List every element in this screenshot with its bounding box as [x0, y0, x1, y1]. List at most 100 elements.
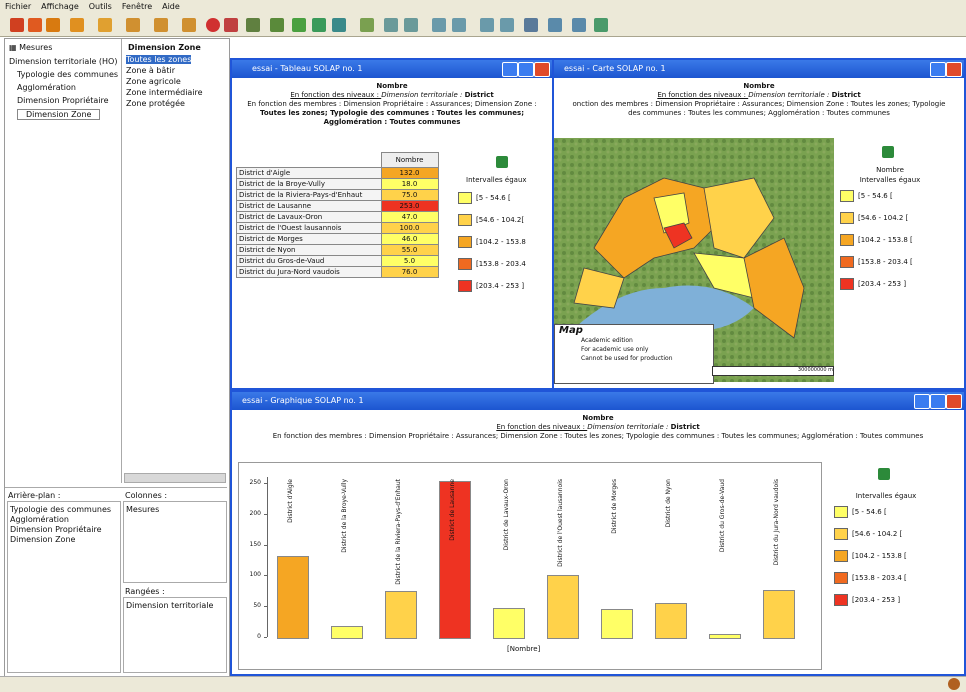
table-row[interactable]: District de la Broye-Vully 18.0: [236, 178, 439, 190]
stop-icon[interactable]: [206, 18, 220, 32]
close-icon[interactable]: [534, 62, 550, 77]
bar[interactable]: [655, 603, 687, 639]
legend-swatch: [834, 594, 848, 606]
table-row[interactable]: District de Nyon 55.0: [236, 244, 439, 256]
table-corner: [237, 153, 382, 168]
tree-item-label: Dimension territoriale (HO): [9, 57, 118, 66]
menu-item[interactable]: Affichage: [36, 0, 84, 13]
zone-item[interactable]: Zone à bâtir: [126, 66, 175, 75]
tree-item-measures[interactable]: ▦ Mesures: [9, 43, 52, 52]
bar[interactable]: [385, 590, 417, 639]
table-window-titlebar[interactable]: essai - Tableau SOLAP no. 1: [232, 60, 552, 78]
bar[interactable]: [547, 575, 579, 639]
export-icon[interactable]: [312, 18, 326, 32]
bar[interactable]: [763, 590, 795, 639]
columns-box[interactable]: Mesures: [123, 501, 227, 583]
axis-item[interactable]: Dimension Zone: [10, 535, 75, 544]
menu-item[interactable]: Fenêtre: [117, 0, 157, 13]
legend-icon[interactable]: [524, 18, 538, 32]
tree-item-dimension[interactable]: Dimension Zone: [17, 109, 101, 120]
table-row[interactable]: District du Gros-de-Vaud 5.0: [236, 255, 439, 267]
tree-item-dimension[interactable]: Dimension Propriétaire: [17, 96, 109, 105]
zone-item[interactable]: Zone protégée: [126, 99, 185, 108]
arrow-icon[interactable]: [292, 18, 306, 32]
drill-down-icon[interactable]: [98, 18, 112, 32]
brush-icon[interactable]: [224, 18, 238, 32]
table-row-label: District du Jura-Nord vaudois: [236, 266, 382, 278]
axis-item[interactable]: Dimension territoriale: [126, 601, 213, 610]
rows-box[interactable]: Dimension territoriale: [123, 597, 227, 673]
map-icon[interactable]: [594, 18, 608, 32]
table-row[interactable]: District de l'Ouest lausannois 100.0: [236, 222, 439, 234]
chart-legend-toggle-icon[interactable]: [878, 468, 890, 480]
pan-icon[interactable]: [432, 18, 446, 32]
bar-chart-icon[interactable]: [46, 18, 60, 32]
tree-item-dimension[interactable]: Typologie des communes: [17, 70, 118, 79]
zone-scrollbar[interactable]: [124, 473, 226, 483]
table-row[interactable]: District du Jura-Nord vaudois 76.0: [236, 266, 439, 278]
data-table-wrap: Nombre District d'Aigle 132.0 District de l…: [236, 152, 439, 278]
bar[interactable]: [493, 608, 525, 639]
table-row[interactable]: District de Morges 46.0: [236, 233, 439, 245]
tree-item-dimension[interactable]: Dimension territoriale (HO): [9, 57, 117, 66]
zoom-in-icon[interactable]: [384, 18, 398, 32]
bar[interactable]: [331, 625, 363, 639]
zone-item[interactable]: Zone agricole: [126, 77, 181, 86]
identify-icon[interactable]: [500, 18, 514, 32]
zone-item-label: Toutes les zones: [126, 55, 192, 64]
axis-item[interactable]: Typologie des communes: [10, 505, 111, 514]
legend-toggle-icon[interactable]: [496, 156, 508, 168]
bar[interactable]: [709, 633, 741, 639]
table-h-line3: Toutes les zones; Typologie des communes…: [259, 109, 524, 117]
chart-icon[interactable]: [28, 18, 42, 32]
refresh-icon[interactable]: [572, 18, 586, 32]
menu-item[interactable]: Outils: [84, 0, 117, 13]
pointer-icon[interactable]: [246, 18, 260, 32]
roll-up-icon[interactable]: [126, 18, 140, 32]
axis-item[interactable]: Dimension Propriétaire: [10, 525, 102, 534]
table-row[interactable]: District d'Aigle 132.0: [236, 167, 439, 179]
zone-item[interactable]: Zone intermédiaire: [126, 88, 203, 97]
bar-category-label: District du Jura-Nord vaudois: [773, 479, 780, 566]
chart-window: essai - Graphique SOLAP no. 1 Nombre En …: [230, 390, 966, 676]
table-icon[interactable]: [10, 18, 24, 32]
menu-item[interactable]: Fichier: [0, 0, 36, 13]
zone-item[interactable]: Toutes les zones: [126, 55, 192, 64]
columns-label: Colonnes :: [125, 491, 168, 500]
dice-icon[interactable]: [182, 18, 196, 32]
chart-minimize-icon[interactable]: [914, 394, 930, 409]
bar[interactable]: [277, 555, 309, 639]
drill-icon[interactable]: [70, 18, 84, 32]
axis-item[interactable]: Agglomération: [10, 515, 69, 524]
layer-icon[interactable]: [548, 18, 562, 32]
chart-maximize-icon[interactable]: [930, 394, 946, 409]
map-legend-toggle-icon[interactable]: [882, 146, 894, 158]
zoom-icon[interactable]: [360, 18, 374, 32]
table-row[interactable]: District de la Riviera-Pays-d'Enhaut 75.0: [236, 189, 439, 201]
legend-item: [104.2 - 153.8: [458, 236, 526, 248]
map-close-icon[interactable]: [946, 62, 962, 77]
legend-item: [104.2 - 153.8 [: [840, 234, 913, 246]
table-cell-value: 100.0: [380, 222, 439, 234]
axis-item[interactable]: Mesures: [126, 505, 159, 514]
legend-item-label: [104.2 - 153.8 [: [858, 236, 913, 244]
maximize-icon[interactable]: [518, 62, 534, 77]
chart-close-icon[interactable]: [946, 394, 962, 409]
background-box[interactable]: Typologie des communes Agglomération Dimen…: [7, 501, 121, 673]
zoom-out-icon[interactable]: [404, 18, 418, 32]
slice-icon[interactable]: [154, 18, 168, 32]
bar[interactable]: [601, 608, 633, 639]
tree-item-label: Dimension Zone: [26, 110, 92, 119]
map-minimize-icon[interactable]: [930, 62, 946, 77]
select-icon[interactable]: [480, 18, 494, 32]
minimize-icon[interactable]: [502, 62, 518, 77]
extent-icon[interactable]: [452, 18, 466, 32]
table-row[interactable]: District de Lausanne 253.0: [236, 200, 439, 212]
menu-item[interactable]: Aide: [157, 0, 185, 13]
chart-window-titlebar[interactable]: essai - Graphique SOLAP no. 1: [232, 392, 964, 410]
navigate-icon[interactable]: [270, 18, 284, 32]
map-window-titlebar[interactable]: essai - Carte SOLAP no. 1: [554, 60, 964, 78]
table-row[interactable]: District de Lavaux-Oron 47.0: [236, 211, 439, 223]
print-icon[interactable]: [332, 18, 346, 32]
tree-item-dimension[interactable]: Agglomération: [17, 83, 76, 92]
